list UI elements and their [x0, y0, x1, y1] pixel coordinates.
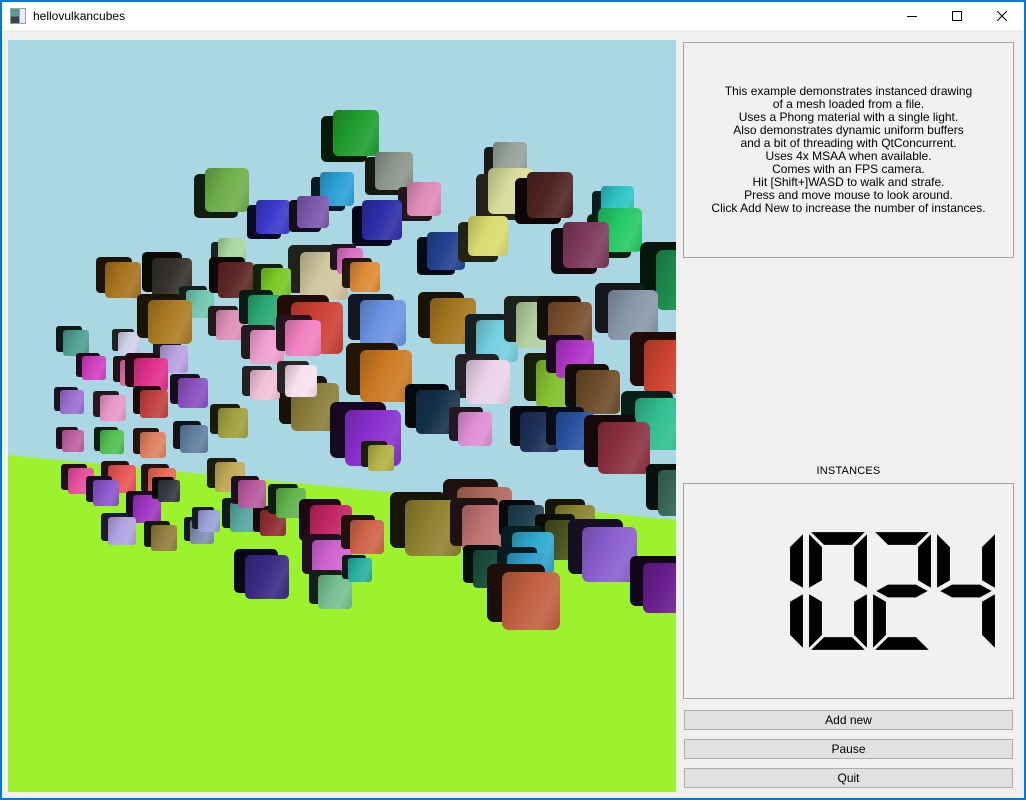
cube — [198, 510, 220, 532]
cube — [285, 365, 317, 397]
cube — [100, 395, 126, 421]
cube — [297, 196, 329, 228]
cube — [256, 200, 290, 234]
cube — [658, 470, 676, 516]
cube — [100, 430, 124, 454]
cube — [350, 520, 384, 554]
cube — [598, 422, 650, 474]
cube — [350, 262, 380, 292]
cube — [468, 216, 508, 256]
cube — [82, 356, 106, 380]
instances-lcd-display — [683, 483, 1014, 699]
cube — [360, 300, 406, 346]
lcd-digit — [936, 529, 996, 653]
lcd-digit — [744, 529, 804, 653]
quit-button[interactable]: Quit — [684, 768, 1013, 788]
cube — [656, 250, 676, 310]
cube — [108, 517, 136, 545]
cube — [60, 390, 84, 414]
cube — [148, 300, 192, 344]
cube — [205, 168, 249, 212]
cube — [368, 445, 394, 471]
cube — [563, 222, 609, 268]
cube — [218, 408, 248, 438]
info-panel: This example demonstrates instanced draw… — [683, 42, 1014, 258]
cube — [318, 575, 352, 609]
cube — [180, 425, 208, 453]
instances-label: INSTANCES — [683, 465, 1014, 477]
cube — [151, 525, 177, 551]
maximize-icon — [952, 11, 962, 21]
cube — [158, 480, 180, 502]
lcd-digit — [808, 529, 868, 653]
cube — [458, 412, 492, 446]
cube — [582, 527, 637, 582]
minimize-button[interactable] — [889, 2, 934, 30]
cube — [527, 172, 573, 218]
pause-button[interactable]: Pause — [684, 739, 1013, 759]
cube — [407, 182, 441, 216]
cube — [133, 495, 161, 523]
cube — [285, 320, 321, 356]
maximize-button[interactable] — [934, 2, 979, 30]
cube — [348, 558, 372, 582]
cube — [62, 430, 84, 452]
cube — [105, 262, 141, 298]
cube — [140, 390, 168, 418]
cube — [250, 370, 280, 400]
lcd-digit — [872, 529, 932, 653]
close-icon — [997, 11, 1007, 21]
app-window: hellovulkancubes This — [0, 0, 1026, 800]
info-line: Click Add New to increase the number of … — [711, 202, 985, 215]
cube — [245, 555, 289, 599]
minimize-icon — [907, 11, 917, 21]
cube — [643, 563, 676, 613]
app-window-icon — [10, 8, 26, 24]
cube — [502, 572, 560, 630]
window-title: hellovulkancubes — [33, 9, 125, 23]
cube — [333, 110, 379, 156]
add-new-button[interactable]: Add new — [684, 710, 1013, 730]
cube — [238, 480, 266, 508]
vulkan-viewport[interactable] — [8, 40, 676, 792]
titlebar: hellovulkancubes — [2, 2, 1024, 30]
cube — [140, 432, 166, 458]
close-button[interactable] — [979, 2, 1024, 30]
cube — [178, 378, 208, 408]
cube — [466, 360, 510, 404]
cube — [362, 200, 402, 240]
cube — [644, 340, 676, 394]
window-controls — [889, 2, 1024, 30]
cube — [93, 480, 119, 506]
